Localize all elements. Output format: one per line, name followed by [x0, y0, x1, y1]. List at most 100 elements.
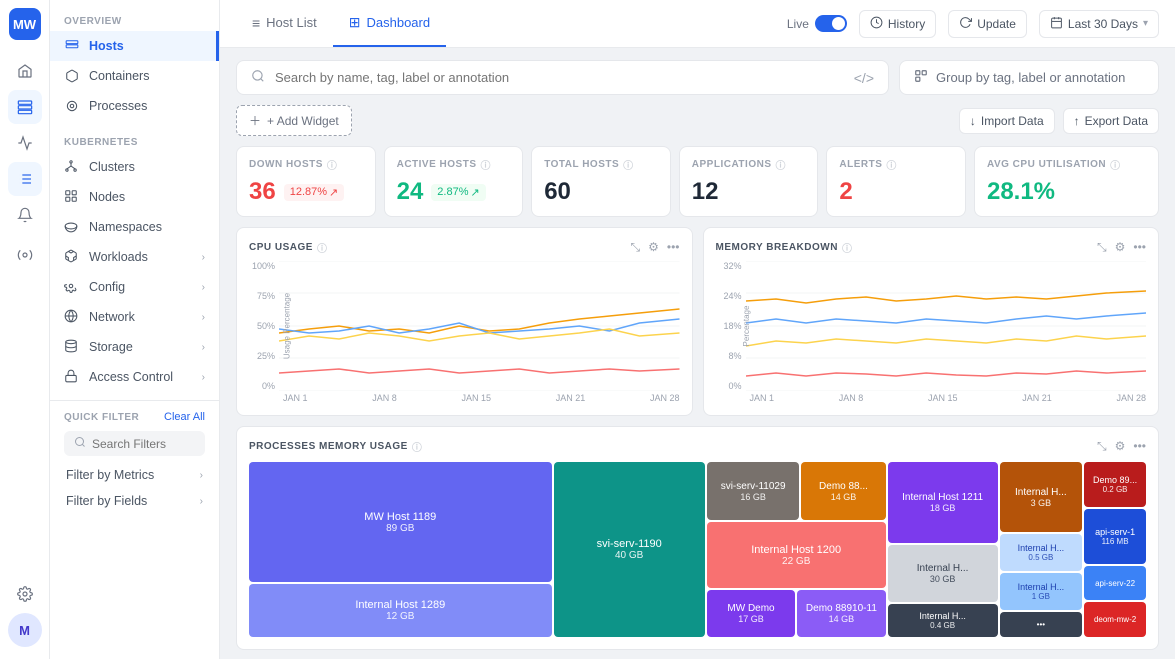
treemap-block-internal-host-1289[interactable]: Internal Host 1289 12 GB: [249, 584, 552, 637]
search-bar[interactable]: </>: [236, 60, 889, 95]
nav-user[interactable]: M: [8, 613, 42, 647]
overview-section-label: OVERVIEW: [50, 8, 219, 31]
import-data-button[interactable]: ↓ Import Data: [959, 108, 1055, 134]
info-icon-4[interactable]: ⓘ: [886, 157, 897, 172]
group-by-box[interactable]: Group by tag, label or annotation: [899, 60, 1159, 95]
filter-by-metrics-chevron: ›: [200, 470, 203, 481]
logo: MW: [9, 8, 41, 40]
nav-settings[interactable]: [8, 577, 42, 611]
workloads-icon: [64, 249, 80, 265]
treemap-block-internal-h-04gb[interactable]: Internal H... 0.4 GB: [888, 604, 998, 637]
info-icon-2[interactable]: ⓘ: [623, 157, 634, 172]
process-memory-filter-icon[interactable]: ⚙: [1115, 439, 1126, 454]
update-button[interactable]: Update: [948, 10, 1027, 38]
treemap-block-small-multi[interactable]: •••: [1000, 612, 1083, 637]
memory-filter-icon[interactable]: ⚙: [1115, 240, 1126, 255]
export-icon: ↑: [1074, 114, 1080, 128]
history-label: History: [888, 17, 925, 31]
treemap-block-internal-host-1211[interactable]: Internal Host 1211 18 GB: [888, 462, 998, 543]
add-widget-button[interactable]: ＋ + Add Widget: [236, 105, 352, 136]
search-filters-input-box[interactable]: [64, 431, 205, 456]
treemap-block-internal-h-30gb[interactable]: Internal H... 30 GB: [888, 545, 998, 602]
treemap-block-internal-h-05gb[interactable]: Internal H... 0.5 GB: [1000, 534, 1083, 571]
sidebar-item-nodes[interactable]: Nodes: [50, 182, 219, 212]
clear-all-button[interactable]: Clear All: [164, 411, 205, 423]
sidebar-item-namespaces[interactable]: Namespaces: [50, 212, 219, 242]
treemap-block-api-serv-22[interactable]: api-serv-22: [1084, 566, 1146, 601]
sidebar-item-storage[interactable]: Storage ›: [50, 332, 219, 362]
last-days-button[interactable]: Last 30 Days ▾: [1039, 10, 1159, 38]
alerts-label: ALERTS: [839, 159, 882, 170]
treemap-block-demo-88910-11[interactable]: Demo 88910-11 14 GB: [797, 590, 885, 637]
treemap-block-deom-mw-2[interactable]: deom-mw-2: [1084, 602, 1146, 637]
process-memory-more-icon[interactable]: •••: [1133, 439, 1146, 454]
process-memory-expand-icon[interactable]: ⤡: [1097, 439, 1107, 454]
live-toggle[interactable]: [815, 15, 847, 32]
clusters-icon: [64, 159, 80, 175]
info-icon-5[interactable]: ⓘ: [1110, 157, 1121, 172]
sidebar-item-hosts[interactable]: Hosts: [50, 31, 219, 61]
stat-card-down-hosts: DOWN HOSTS ⓘ 36 12.87% ↗: [236, 146, 376, 217]
sidebar-item-workloads[interactable]: Workloads ›: [50, 242, 219, 272]
cpu-info-icon[interactable]: ⓘ: [317, 240, 328, 255]
host-list-label: Host List: [266, 15, 317, 30]
info-icon-1[interactable]: ⓘ: [481, 157, 492, 172]
stat-card-total-hosts: TOTAL HOSTS ⓘ 60: [531, 146, 671, 217]
search-icon: [251, 69, 265, 86]
sidebar-item-network[interactable]: Network ›: [50, 302, 219, 332]
config-chevron: ›: [202, 282, 205, 293]
treemap-block-internal-h-3gb[interactable]: Internal H... 3 GB: [1000, 462, 1083, 532]
sidebar-item-clusters[interactable]: Clusters: [50, 152, 219, 182]
cpu-more-icon[interactable]: •••: [667, 240, 680, 255]
plus-icon: ＋: [249, 112, 261, 129]
info-icon-3[interactable]: ⓘ: [776, 157, 787, 172]
tab-host-list[interactable]: ≡ Host List: [236, 0, 333, 47]
treemap-block-svi-serv-1190[interactable]: svi-serv-1190 40 GB: [554, 462, 705, 637]
treemap-block-api-serv-1[interactable]: api-serv-1 116 MB: [1084, 509, 1146, 564]
info-icon-0[interactable]: ⓘ: [327, 157, 338, 172]
search-input[interactable]: [275, 70, 844, 85]
treemap-block-internal-host-1200[interactable]: Internal Host 1200 22 GB: [707, 522, 886, 588]
treemap-block-demo-89[interactable]: Demo 89... 0.2 GB: [1084, 462, 1146, 507]
treemap-block-internal-h-1gb[interactable]: Internal H... 1 GB: [1000, 573, 1083, 610]
treemap-block-mw-host-1189[interactable]: MW Host 1189 89 GB: [249, 462, 552, 582]
treemap-block-svi-serv-11029[interactable]: svi-serv-11029 16 GB: [707, 462, 800, 520]
applications-value: 12: [692, 178, 719, 205]
cpu-expand-icon[interactable]: ⤡: [631, 240, 641, 255]
cpu-filter-icon[interactable]: ⚙: [648, 240, 659, 255]
nav-servers[interactable]: [8, 90, 42, 124]
search-filters-input[interactable]: [92, 437, 195, 451]
storage-label: Storage: [89, 340, 202, 354]
down-hosts-badge: 12.87% ↗: [284, 184, 345, 201]
nav-chart[interactable]: [8, 126, 42, 160]
nav-integrations[interactable]: [8, 238, 42, 272]
memory-breakdown-chart: MEMORY BREAKDOWN ⓘ ⤡ ⚙ ••• 32% 24% 18% 8…: [703, 227, 1160, 416]
memory-info-icon[interactable]: ⓘ: [842, 240, 853, 255]
sidebar-item-processes[interactable]: Processes: [50, 91, 219, 121]
filter-by-metrics[interactable]: Filter by Metrics ›: [64, 462, 205, 488]
nav-alerts[interactable]: [8, 198, 42, 232]
sidebar-item-containers[interactable]: Containers: [50, 61, 219, 91]
treemap-block-demo-88[interactable]: Demo 88... 14 GB: [801, 462, 885, 520]
dashboard-label: Dashboard: [366, 15, 430, 30]
total-hosts-value: 60: [544, 178, 571, 205]
process-memory-info-icon[interactable]: ⓘ: [412, 439, 423, 454]
import-label: Import Data: [981, 114, 1044, 128]
active-hosts-value: 24: [397, 178, 424, 206]
sidebar-item-access-control[interactable]: Access Control ›: [50, 362, 219, 392]
memory-expand-icon[interactable]: ⤡: [1097, 240, 1107, 255]
history-button[interactable]: History: [859, 10, 936, 38]
filter-by-fields[interactable]: Filter by Fields ›: [64, 488, 205, 514]
host-list-icon: ≡: [252, 15, 260, 31]
live-label: Live: [787, 17, 809, 31]
nav-list[interactable]: [8, 162, 42, 196]
treemap-block-mw-demo[interactable]: MW Demo 17 GB: [707, 590, 795, 637]
filter-by-fields-label: Filter by Fields: [66, 494, 147, 508]
export-data-button[interactable]: ↑ Export Data: [1063, 108, 1159, 134]
nav-home[interactable]: [8, 54, 42, 88]
memory-more-icon[interactable]: •••: [1133, 240, 1146, 255]
clusters-label: Clusters: [89, 160, 135, 174]
tab-dashboard[interactable]: ⊞ Dashboard: [333, 0, 446, 47]
hosts-label: Hosts: [89, 39, 124, 53]
sidebar-item-config[interactable]: Config ›: [50, 272, 219, 302]
